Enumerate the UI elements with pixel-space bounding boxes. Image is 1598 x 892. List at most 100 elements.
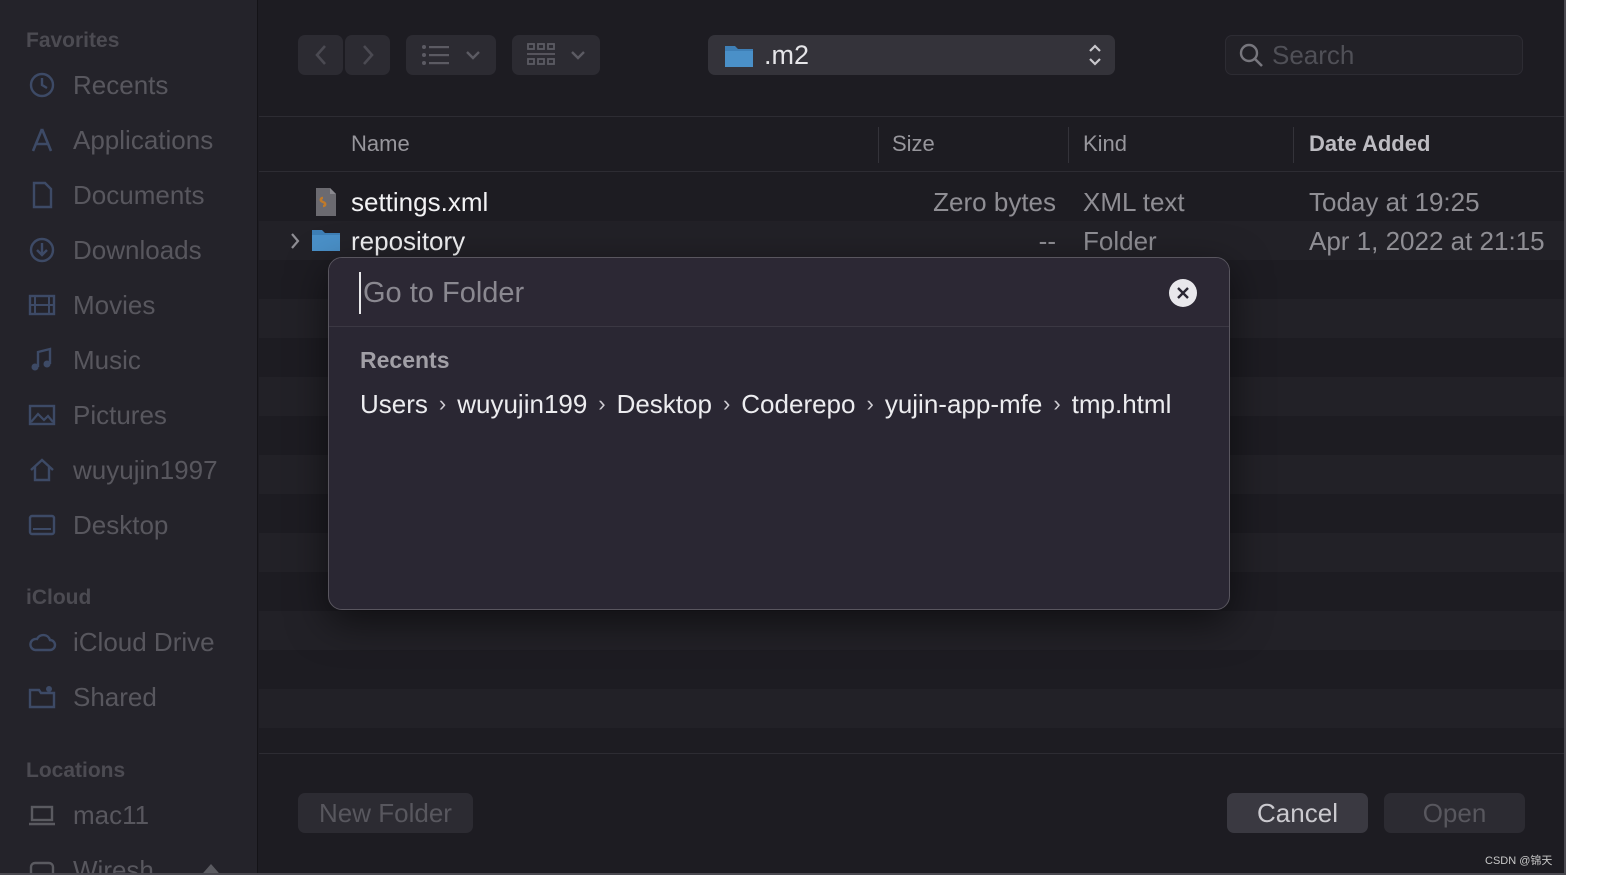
path-component: tmp.html (1071, 388, 1172, 419)
list-view-button[interactable] (406, 35, 496, 75)
clear-button[interactable] (1169, 279, 1197, 307)
applications-icon (26, 124, 58, 156)
sidebar-item-music[interactable]: Music (26, 340, 246, 380)
shared-folder-icon (26, 681, 58, 713)
home-icon (26, 454, 58, 486)
sidebar-item-label: Pictures (73, 399, 167, 430)
path-separator-icon: › (866, 391, 874, 416)
column-separator[interactable] (878, 127, 879, 163)
sidebar-item-label: Desktop (73, 509, 169, 540)
sidebar-item-label: mac11 (73, 799, 150, 830)
sidebar-item-label: iCloud Drive (73, 626, 215, 657)
document-icon (26, 179, 58, 211)
path-component: Users (360, 388, 428, 419)
sidebar-section-favorites: Favorites (26, 29, 120, 52)
back-button[interactable] (298, 35, 343, 75)
file-name: settings.xml (351, 187, 489, 217)
sidebar-item-documents[interactable]: Documents (26, 175, 246, 215)
close-icon (1176, 286, 1190, 300)
clock-icon (26, 69, 58, 101)
disk-icon (26, 854, 58, 873)
download-icon (26, 234, 58, 266)
music-note-icon (26, 344, 58, 376)
current-folder-name: .m2 (764, 39, 810, 70)
table-row[interactable]: settings.xml Zero bytes XML text Today a… (259, 182, 1564, 222)
go-to-folder-dialog: Recents Users › wuyujin1997 › Desktop › … (328, 257, 1230, 610)
desktop-icon (26, 509, 58, 541)
sidebar-item-icloud-drive[interactable]: iCloud Drive (26, 622, 246, 662)
laptop-icon (26, 799, 58, 831)
watermark: CSDN @锦天 (1485, 855, 1553, 867)
film-icon (26, 289, 58, 321)
file-size: -- (1038, 226, 1056, 256)
search-input[interactable] (1272, 39, 1502, 71)
sidebar-item-label: Recents (73, 69, 169, 100)
sidebar-item-applications[interactable]: Applications (26, 120, 246, 160)
picture-icon (26, 399, 58, 431)
file-date-added: Today at 19:25 (1309, 187, 1480, 217)
path-separator-icon: › (1053, 391, 1061, 416)
chevron-down-icon (570, 49, 586, 61)
chevron-left-icon (313, 43, 329, 67)
sidebar-item-pictures[interactable]: Pictures (26, 395, 246, 435)
column-header: Name Size Kind Date Added (259, 116, 1564, 172)
folder-icon (311, 227, 341, 258)
sidebar-item-label: Movies (73, 289, 156, 320)
path-component: yujin-app-mfe (884, 388, 1043, 419)
file-kind: XML text (1083, 187, 1185, 217)
location-popup[interactable]: .m2 (708, 35, 1115, 75)
sidebar-item-label: Downloads (73, 234, 202, 265)
disclosure-chevron-icon[interactable] (289, 232, 301, 255)
path-separator-icon: › (722, 391, 731, 416)
file-size: Zero bytes (933, 187, 1056, 217)
chevron-right-icon (360, 43, 376, 67)
group-view-button[interactable] (512, 35, 600, 75)
path-separator-icon: › (438, 391, 447, 416)
sidebar-item-label: Music (73, 344, 141, 375)
go-to-folder-input-row (329, 258, 1229, 327)
file-name: repository (351, 226, 466, 256)
sidebar-section-icloud: iCloud (26, 586, 92, 609)
path-component: Coderepo (741, 388, 856, 419)
list-icon (421, 44, 451, 66)
sidebar-item-home[interactable]: wuyujin1997 (26, 450, 246, 490)
column-kind[interactable]: Kind (1083, 131, 1127, 157)
sidebar-item-downloads[interactable]: Downloads (26, 230, 246, 270)
sidebar-item-mac11[interactable]: mac11 (26, 795, 246, 835)
sidebar-item-shared[interactable]: Shared (26, 677, 246, 717)
file-kind: Folder (1083, 226, 1157, 256)
sidebar-item-label: Wiresh (73, 854, 154, 875)
sidebar-item-label: Applications (73, 124, 214, 155)
search-icon (1238, 42, 1264, 68)
sidebar-item-label: Documents (73, 179, 205, 210)
table-row[interactable]: repository -- Folder Apr 1, 2022 at 21:1… (259, 221, 1564, 260)
column-separator[interactable] (1068, 127, 1069, 163)
column-separator[interactable] (1293, 127, 1294, 163)
sidebar-item-recents[interactable]: Recents (26, 65, 246, 105)
up-down-chevron-icon (1087, 42, 1103, 73)
chevron-down-icon (465, 49, 481, 61)
column-size[interactable]: Size (892, 131, 935, 157)
path-component: wuyujin1997 (457, 388, 588, 419)
xml-file-icon (314, 187, 338, 222)
sidebar-item-label: Shared (73, 681, 157, 712)
forward-button[interactable] (345, 35, 390, 75)
column-name[interactable]: Name (351, 131, 410, 157)
sidebar-section-locations: Locations (26, 759, 126, 782)
sidebar: Favorites Recents Applications Documents… (0, 0, 258, 875)
go-to-folder-input[interactable] (359, 272, 1139, 314)
open-button[interactable]: Open (1384, 793, 1525, 833)
new-folder-button[interactable]: New Folder (298, 793, 473, 833)
column-date-added[interactable]: Date Added (1309, 131, 1430, 157)
sidebar-item-label: wuyujin1997 (73, 454, 218, 485)
cancel-button[interactable]: Cancel (1227, 793, 1368, 833)
sidebar-item-desktop[interactable]: Desktop (26, 505, 246, 545)
path-component: Desktop (616, 388, 712, 419)
search-field[interactable] (1225, 35, 1523, 75)
sidebar-item-movies[interactable]: Movies (26, 285, 246, 325)
eject-icon[interactable] (196, 858, 226, 873)
folder-icon (724, 42, 754, 68)
cloud-icon (26, 626, 58, 658)
recent-path-item[interactable]: Users › wuyujin1997 › Desktop › Coderepo… (360, 386, 1171, 422)
sidebar-item-wiresh[interactable]: Wiresh (26, 850, 246, 875)
